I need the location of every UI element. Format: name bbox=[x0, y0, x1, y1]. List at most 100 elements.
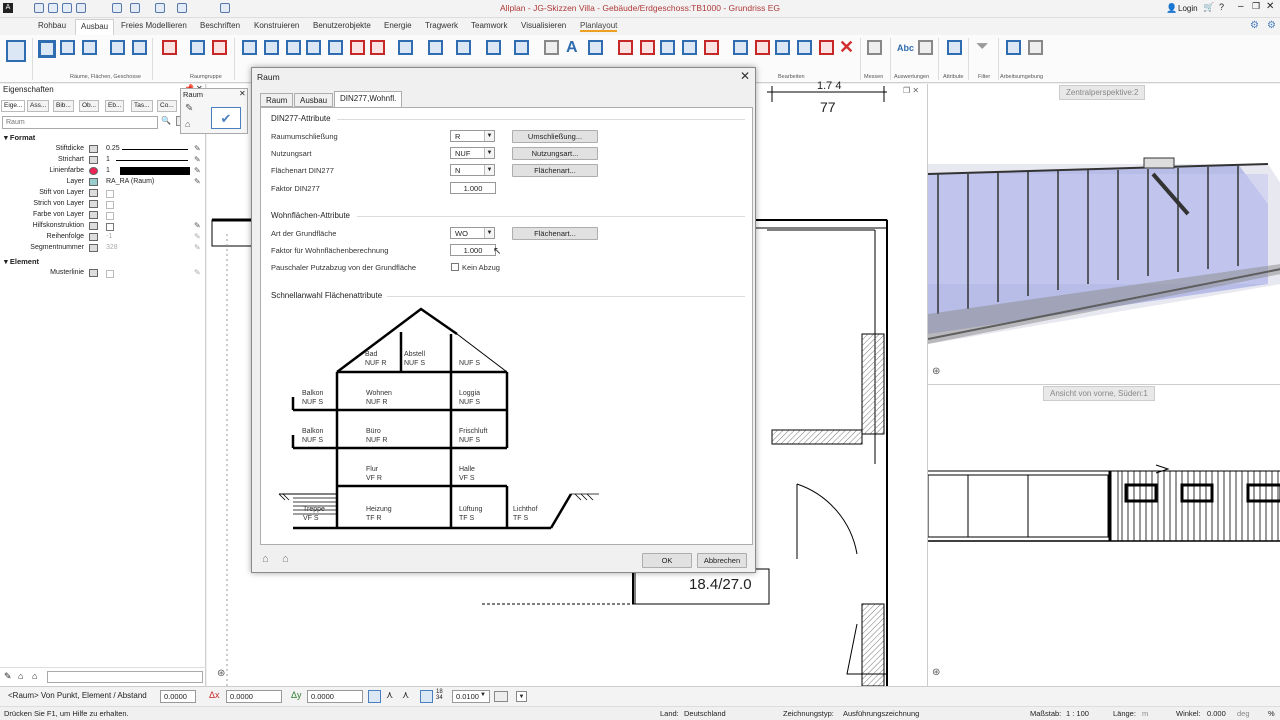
navigation-cube-icon[interactable]: ⊛ bbox=[932, 667, 940, 678]
navigation-cube-icon[interactable]: ⊛ bbox=[932, 366, 940, 377]
raumumschliessung-select[interactable]: R ▼ bbox=[450, 130, 495, 142]
house-room-flur[interactable]: Flur VF R bbox=[366, 465, 382, 483]
faktor-din-input[interactable]: 1.000 bbox=[450, 182, 496, 194]
prop-row-hilfskonstruktion[interactable]: Hilfskonstruktion ✎ bbox=[0, 221, 206, 232]
prop-row-stiftdicke[interactable]: Stiftdicke 0.25 ✎ bbox=[0, 144, 206, 155]
ceiling-tool-icon[interactable] bbox=[264, 40, 279, 55]
prop-row-layer[interactable]: Layer RA_RA (Raum) ✎ bbox=[0, 177, 206, 188]
room-label-icon[interactable] bbox=[212, 40, 227, 55]
house-room-balkon-upper[interactable]: Balkon NUF S bbox=[302, 389, 323, 407]
properties-tab[interactable]: Tas... bbox=[131, 100, 153, 112]
wall-tool-icon[interactable] bbox=[242, 40, 257, 55]
roof-plane-icon[interactable] bbox=[514, 40, 529, 55]
south-elevation-view[interactable]: Ansicht von vorne, Süden:1 ⊛ bbox=[927, 384, 1280, 686]
report-list-icon[interactable] bbox=[918, 40, 933, 55]
view-options-icon[interactable]: ❐ ✕ bbox=[903, 86, 919, 95]
properties-panel-icon[interactable] bbox=[6, 40, 26, 62]
snap-point-icon[interactable] bbox=[368, 690, 381, 703]
edit-icon[interactable]: ✎ bbox=[4, 671, 12, 682]
house-room-bad[interactable]: Bad NUF R bbox=[365, 350, 386, 368]
move-tool-icon[interactable] bbox=[755, 40, 770, 55]
properties-tab[interactable]: Co... bbox=[157, 100, 177, 112]
scale-tool-icon[interactable] bbox=[819, 40, 834, 55]
tab-energie[interactable]: Energie bbox=[384, 21, 412, 30]
pick-construction-icon[interactable]: ✎ bbox=[194, 222, 202, 230]
dialog-tab-raum[interactable]: Raum bbox=[260, 93, 294, 107]
house-room-loggia[interactable]: Loggia NUF S bbox=[459, 389, 480, 407]
element-section[interactable]: ▾ Element bbox=[4, 257, 39, 266]
tab-benutzerobjekte[interactable]: Benutzerobjekte bbox=[313, 21, 371, 30]
line-from-layer-checkbox[interactable] bbox=[106, 201, 114, 209]
properties-tab[interactable]: Eige... bbox=[1, 100, 26, 112]
dialog-tab-ausbau[interactable]: Ausbau bbox=[294, 93, 334, 107]
room-modify-icon[interactable] bbox=[110, 40, 125, 55]
railing-tool-icon[interactable] bbox=[328, 40, 343, 55]
house-room-attic[interactable]: NUF S bbox=[459, 359, 480, 368]
favorite-load-icon[interactable]: ⌂ bbox=[262, 553, 269, 565]
snap-center-icon[interactable]: ⋏ bbox=[386, 690, 393, 701]
eraser-tool-icon[interactable] bbox=[618, 40, 633, 55]
pick-segment-icon[interactable]: ✎ bbox=[194, 244, 202, 252]
color-from-layer-checkbox[interactable] bbox=[106, 212, 114, 220]
flaechenart-din-button[interactable]: Flächenart... bbox=[512, 164, 598, 177]
snap-step-icon[interactable]: 18 34 bbox=[436, 689, 443, 701]
faktor-wohn-input[interactable]: 1.000 bbox=[450, 244, 496, 256]
favorite-combo[interactable] bbox=[47, 671, 203, 683]
tab-ausbau[interactable]: Ausbau bbox=[75, 19, 115, 35]
massstab-value[interactable]: 1 : 100 bbox=[1066, 709, 1089, 718]
room-group-icon[interactable] bbox=[162, 40, 177, 55]
prop-row-segmentnummer[interactable]: Segmentnummer 328 ✎ bbox=[0, 243, 206, 254]
kein-abzug-checkbox[interactable] bbox=[451, 263, 459, 271]
tab-freies-modellieren[interactable]: Freies Modellieren bbox=[121, 21, 187, 30]
umschliessung-button[interactable]: Umschließung... bbox=[512, 130, 598, 143]
format-section[interactable]: ▾ Format bbox=[4, 133, 35, 142]
settings-gear-icon[interactable]: ⚙ bbox=[1250, 20, 1259, 31]
dimension-tool-icon[interactable] bbox=[588, 40, 603, 55]
house-room-balkon-lower[interactable]: Balkon NUF S bbox=[302, 427, 323, 445]
house-room-halle[interactable]: Halle VF S bbox=[459, 465, 475, 483]
snap-dropdown-icon[interactable]: ▼ bbox=[480, 692, 486, 698]
attribute-tool-icon[interactable] bbox=[947, 40, 962, 55]
house-room-frischluft[interactable]: Frischluft NUF S bbox=[459, 427, 487, 445]
apply-icon[interactable]: ⌂ bbox=[32, 671, 37, 681]
properties-tab[interactable]: Ob... bbox=[79, 100, 100, 112]
house-room-lueftung[interactable]: Lüftung TF S bbox=[459, 505, 482, 523]
palette-close-icon[interactable]: ✕ bbox=[239, 89, 246, 98]
mirror-tool-icon[interactable] bbox=[797, 40, 812, 55]
rotate-tool-icon[interactable] bbox=[775, 40, 790, 55]
prop-row-musterlinie[interactable]: Musterlinie ✎ bbox=[0, 268, 206, 279]
pick-order-icon[interactable]: ✎ bbox=[194, 233, 202, 241]
close-window-icon[interactable]: ✕ bbox=[1266, 1, 1274, 12]
roof-tool-icon[interactable] bbox=[486, 40, 501, 55]
house-room-abstell[interactable]: Abstell NUF S bbox=[404, 350, 425, 368]
prop-row-linienfarbe[interactable]: Linienfarbe 1 ✎ bbox=[0, 166, 206, 177]
dx-input[interactable]: 0.0000 bbox=[226, 690, 282, 703]
cross-tool-icon[interactable] bbox=[370, 40, 385, 55]
perspective-view[interactable]: Zentralperspektive:2 ⊛ bbox=[927, 84, 1280, 384]
delete-tool-icon[interactable]: ✕ bbox=[839, 37, 854, 58]
pick-pen-icon[interactable]: ✎ bbox=[194, 145, 202, 153]
dy-input[interactable]: 0.0000 bbox=[307, 690, 363, 703]
workspace-tool-icon[interactable] bbox=[1006, 40, 1021, 55]
tab-visualisieren[interactable]: Visualisieren bbox=[521, 21, 566, 30]
cancel-button[interactable]: Abbrechen bbox=[697, 553, 747, 568]
room-tool-icon[interactable] bbox=[38, 40, 56, 58]
line-tool-icon[interactable] bbox=[544, 40, 559, 55]
pick-line-icon[interactable]: ✎ bbox=[194, 156, 202, 164]
floor-tool-icon[interactable] bbox=[82, 40, 97, 55]
surface-tool-icon[interactable] bbox=[60, 40, 75, 55]
search-icon[interactable]: 🔍 bbox=[161, 116, 171, 125]
quick-select-house-diagram[interactable] bbox=[271, 304, 631, 544]
house-room-wohnen[interactable]: Wohnen NUF R bbox=[366, 389, 392, 407]
properties-tab[interactable]: Bib... bbox=[53, 100, 74, 112]
pen-from-layer-checkbox[interactable] bbox=[106, 190, 114, 198]
copy-tool-icon[interactable] bbox=[733, 40, 748, 55]
house-room-treppe[interactable]: Treppe VF S bbox=[303, 505, 325, 523]
match-icon[interactable]: ⌂ bbox=[18, 671, 23, 681]
kein-abzug-label[interactable]: Kein Abzug bbox=[462, 263, 500, 272]
prop-row-strichart[interactable]: Strichart 1 ✎ bbox=[0, 155, 206, 166]
dialog-close-icon[interactable]: ✕ bbox=[740, 69, 750, 83]
pick-layer-icon[interactable]: ✎ bbox=[194, 178, 202, 186]
text-tool-icon[interactable]: A bbox=[566, 39, 578, 57]
construction-line-checkbox[interactable] bbox=[106, 223, 114, 231]
